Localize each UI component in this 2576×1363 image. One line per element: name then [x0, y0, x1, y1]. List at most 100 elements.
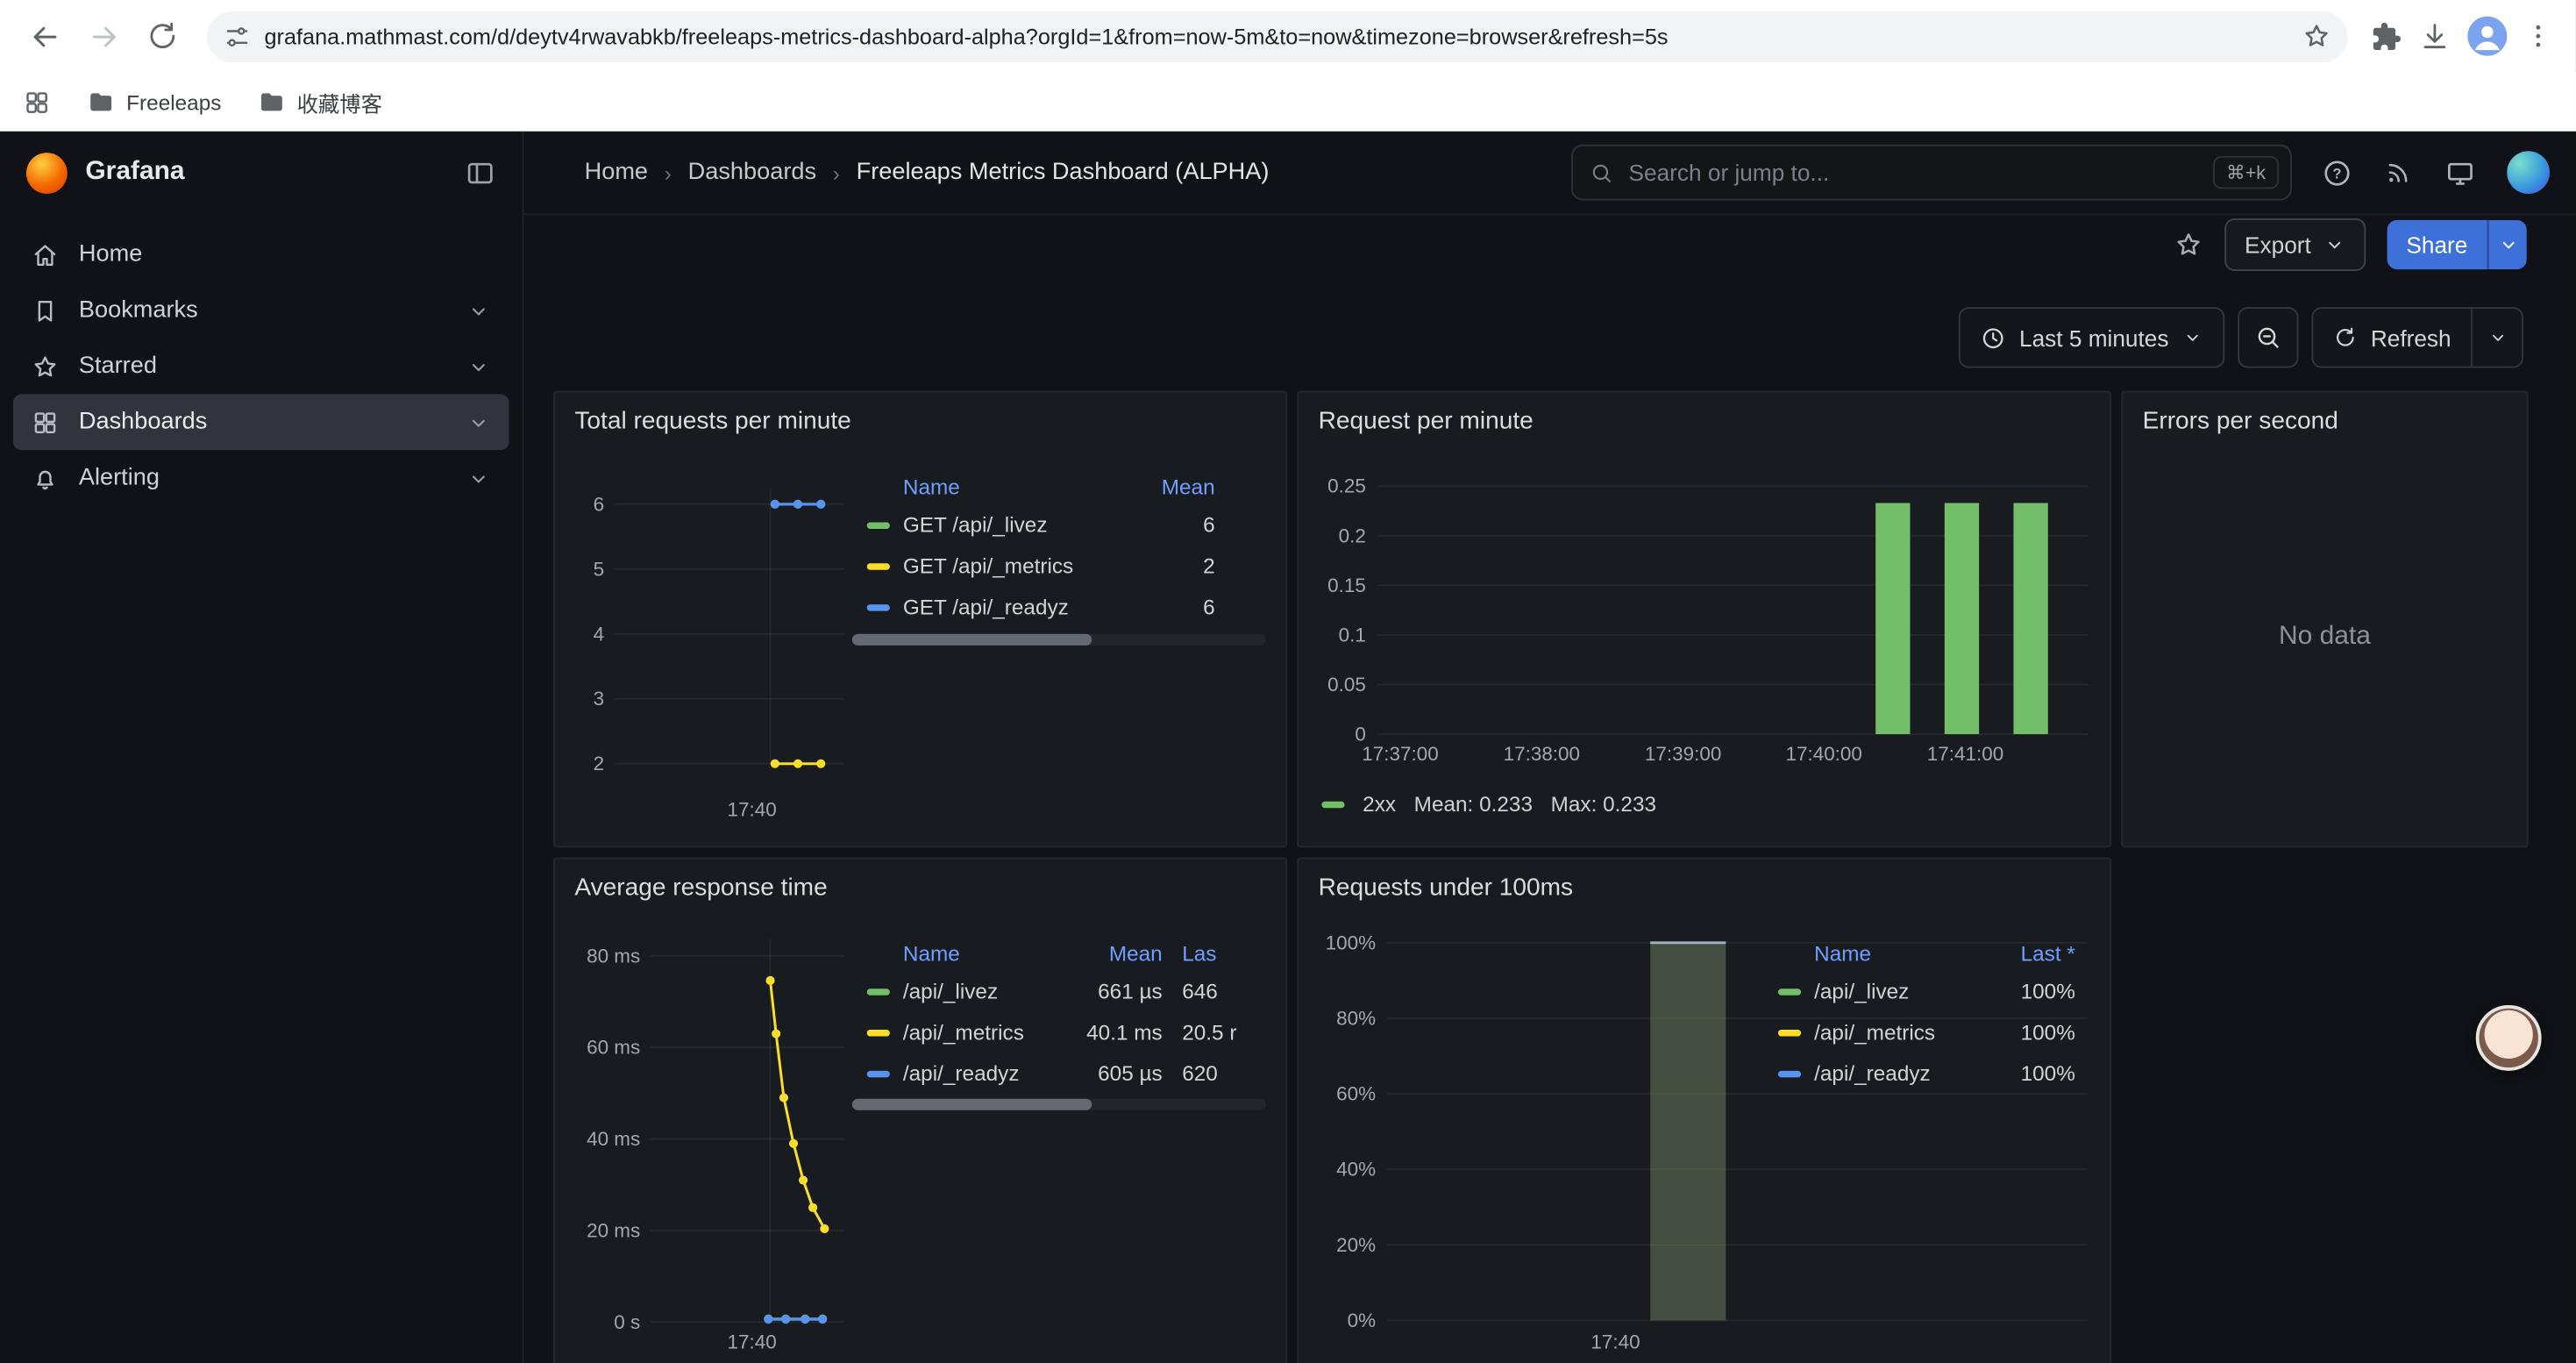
- legend-column-name[interactable]: Name: [867, 474, 1110, 498]
- grafana-logo-icon[interactable]: [26, 152, 68, 193]
- chart-legend[interactable]: 2xx Mean: 0.233 Max: 0.233: [1321, 792, 1656, 817]
- legend-row[interactable]: /api/_livez661 µs646: [867, 971, 1261, 1012]
- extensions-icon[interactable]: [2371, 20, 2402, 52]
- legend-row[interactable]: GET /api/_livez6: [867, 504, 1215, 546]
- monitor-icon[interactable]: [2444, 157, 2476, 189]
- legend-row[interactable]: /api/_metrics40.1 ms20.5 r: [867, 1011, 1261, 1053]
- legend-column-name[interactable]: Name: [1778, 940, 1964, 965]
- forward-icon[interactable]: [75, 8, 132, 64]
- legend-scrollbar[interactable]: [852, 1099, 1266, 1110]
- series-value: 6: [1129, 595, 1214, 619]
- sidebar-toggle-icon[interactable]: [465, 157, 496, 189]
- series-color-marker: [1778, 988, 1801, 994]
- series-name: /api/_livez: [1814, 979, 1909, 1003]
- sidebar-item-bookmarks[interactable]: Bookmarks: [13, 282, 509, 339]
- share-button[interactable]: Share: [2387, 220, 2487, 269]
- chevron-down-icon[interactable]: [466, 410, 491, 434]
- legend-row[interactable]: GET /api/_metrics2: [867, 546, 1215, 587]
- svg-text:20%: 20%: [1336, 1234, 1376, 1256]
- refresh-interval-caret[interactable]: [2473, 307, 2523, 368]
- bookmark-item-blogs[interactable]: 收藏博客: [258, 86, 382, 118]
- folder-icon: [87, 88, 115, 116]
- search-input[interactable]: Search or jump to... ⌘+k: [1571, 145, 2292, 201]
- legend-column[interactable]: Mean: [1129, 474, 1214, 498]
- topbar-icons: ?: [2322, 151, 2550, 194]
- back-icon[interactable]: [17, 8, 73, 64]
- search-placeholder: Search or jump to...: [1629, 160, 1830, 186]
- apps-grid-icon[interactable]: [23, 88, 51, 116]
- legend-row[interactable]: /api/_livez 100%: [1778, 971, 2075, 1012]
- sidebar-item-home[interactable]: Home: [13, 226, 509, 282]
- favorite-star-icon[interactable]: [2174, 230, 2204, 260]
- chevron-down-icon[interactable]: [466, 354, 491, 379]
- series-name: 2xx: [1363, 792, 1396, 817]
- svg-text:0.2: 0.2: [1339, 525, 1366, 546]
- legend-column[interactable]: Last *: [1983, 940, 2075, 965]
- svg-text:80%: 80%: [1336, 1007, 1376, 1029]
- svg-text:60%: 60%: [1336, 1083, 1376, 1105]
- breadcrumb-dashboards[interactable]: Dashboards: [688, 160, 816, 186]
- chevron-down-icon[interactable]: [466, 298, 491, 323]
- sidebar-item-alerting[interactable]: Alerting: [13, 450, 509, 506]
- svg-text:2: 2: [594, 753, 605, 774]
- sidebar-item-starred[interactable]: Starred: [13, 339, 509, 395]
- series-value: 20.5 r: [1182, 1020, 1261, 1045]
- time-range-picker[interactable]: Last 5 minutes: [1959, 307, 2224, 368]
- download-icon[interactable]: [2418, 19, 2451, 52]
- series-name: /api/_readyz: [1814, 1061, 1931, 1086]
- series-value: 100%: [1983, 979, 2075, 1003]
- export-button[interactable]: Export: [2225, 218, 2366, 271]
- rss-icon[interactable]: [2384, 158, 2414, 188]
- legend-header: Name Last *: [1778, 934, 2075, 970]
- legend-row[interactable]: GET /api/_readyz 6: [867, 586, 1215, 627]
- legend-table: Name Last * /api/_livez 100% /api/_metrics10…: [1778, 934, 2075, 1094]
- share-menu-caret[interactable]: [2487, 220, 2527, 269]
- breadcrumb-separator: ›: [665, 161, 672, 185]
- legend-row[interactable]: /api/_readyz605 µs620: [867, 1053, 1261, 1094]
- svg-text:40%: 40%: [1336, 1159, 1376, 1181]
- breadcrumb-separator: ›: [833, 161, 840, 185]
- chevron-down-icon[interactable]: [466, 466, 491, 490]
- browser-profile-avatar[interactable]: [2467, 17, 2507, 56]
- url-bar[interactable]: grafana.mathmast.com/d/deytv4rwavabkb/fr…: [207, 11, 2348, 61]
- svg-text:17:41:00: 17:41:00: [1927, 743, 2003, 765]
- legend-column-name[interactable]: Name: [867, 940, 1057, 965]
- breadcrumb-home[interactable]: Home: [585, 160, 648, 186]
- browser-menu-icon[interactable]: [2523, 21, 2553, 51]
- scrollbar-thumb[interactable]: [852, 1099, 1092, 1110]
- breadcrumb-current: Freeleaps Metrics Dashboard (ALPHA): [857, 160, 1270, 186]
- refresh-split-button: Refresh: [2311, 307, 2523, 368]
- panel-errors-per-second: Errors per second No data: [2121, 391, 2528, 848]
- zoom-out-button[interactable]: [2238, 307, 2298, 368]
- svg-text:80 ms: 80 ms: [587, 945, 640, 967]
- series-color-marker: [1321, 801, 1344, 807]
- legend-row[interactable]: /api/_readyz100%: [1778, 1053, 2075, 1094]
- legend-column[interactable]: Las: [1182, 940, 1261, 965]
- legend-column[interactable]: Mean: [1077, 940, 1162, 965]
- legend-row[interactable]: /api/_metrics100%: [1778, 1011, 2075, 1053]
- reload-icon[interactable]: [135, 8, 191, 64]
- panel-title[interactable]: Errors per second: [2123, 393, 2527, 436]
- legend-scrollbar[interactable]: [852, 634, 1266, 646]
- svg-text:3: 3: [594, 688, 605, 710]
- bookmark-star-icon[interactable]: [2302, 21, 2331, 51]
- breadcrumb: Home › Dashboards › Freeleaps Metrics Da…: [585, 160, 1270, 186]
- help-icon[interactable]: ?: [2322, 157, 2353, 189]
- star-icon: [32, 353, 60, 381]
- scrollbar-thumb[interactable]: [852, 634, 1092, 646]
- series-name: GET /api/_metrics: [903, 553, 1073, 578]
- series-color-marker: [867, 603, 890, 610]
- svg-text:17:40: 17:40: [727, 1331, 776, 1352]
- brand-name: Grafana: [85, 158, 184, 188]
- user-avatar[interactable]: [2507, 151, 2550, 194]
- sidebar-header: Grafana: [0, 132, 522, 214]
- refresh-button[interactable]: Refresh: [2311, 307, 2473, 368]
- floating-assistant-avatar[interactable]: [2476, 1005, 2542, 1071]
- bookmark-item-freeleaps[interactable]: Freeleaps: [87, 88, 221, 116]
- svg-text:17:40:00: 17:40:00: [1785, 743, 1861, 765]
- svg-text:0.05: 0.05: [1327, 674, 1366, 696]
- series-name: GET /api/_readyz: [903, 595, 1069, 619]
- sidebar-item-dashboards[interactable]: Dashboards: [13, 394, 509, 450]
- site-settings-icon[interactable]: [224, 22, 252, 50]
- svg-text:17:37:00: 17:37:00: [1362, 743, 1438, 765]
